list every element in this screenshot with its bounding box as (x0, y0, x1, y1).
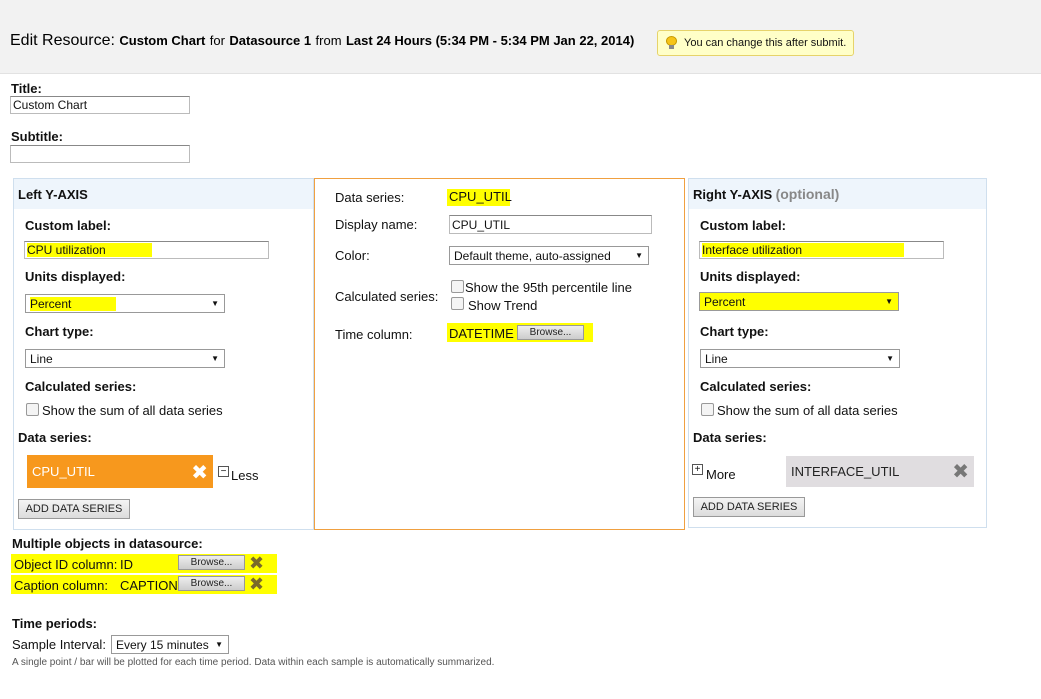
clear-caption-icon[interactable]: ✖ (249, 575, 264, 593)
left-custom-label-label: Custom label: (25, 218, 111, 233)
title-input[interactable] (10, 96, 190, 114)
time-column-value: DATETIME (449, 326, 514, 341)
left-add-series-button[interactable]: ADD DATA SERIES (18, 499, 130, 519)
caption-value: CAPTION (120, 578, 178, 593)
left-calc-label: Calculated series: (25, 379, 137, 394)
left-axis-heading: Left Y-AXIS (18, 187, 88, 202)
dropdown-arrow-icon: ▼ (886, 354, 894, 363)
left-chart-type-label: Chart type: (25, 324, 94, 339)
right-units-label: Units displayed: (700, 269, 801, 284)
trend-label: Show Trend (468, 298, 538, 313)
color-select[interactable]: Default theme, auto-assigned ▼ (449, 246, 649, 265)
time-periods-heading: Time periods: (12, 616, 98, 631)
detail-calc-label: Calculated series: (335, 289, 439, 304)
object-id-label: Object ID column: (14, 557, 118, 572)
right-sum-checkbox[interactable] (701, 403, 714, 416)
right-calc-label: Calculated series: (700, 379, 812, 394)
left-sum-checkbox[interactable] (26, 403, 39, 416)
display-name-label: Display name: (335, 217, 418, 232)
left-sum-label: Show the sum of all data series (42, 403, 223, 418)
caption-browse-button[interactable]: Browse... (178, 576, 245, 591)
sample-interval-label: Sample Interval: (12, 637, 106, 652)
dropdown-arrow-icon: ▼ (215, 640, 223, 649)
caption-label: Caption column: (14, 578, 108, 593)
time-column-label: Time column: (335, 327, 413, 342)
datasource-name: Datasource 1 (229, 33, 312, 48)
right-custom-label-label: Custom label: (700, 218, 786, 233)
right-axis-heading: Right Y-AXIS (optional) (693, 186, 840, 202)
dropdown-arrow-icon: ▼ (211, 354, 219, 363)
page-title: Edit Resource: Custom Chart for Datasour… (10, 32, 635, 49)
multi-objects-heading: Multiple objects in datasource: (12, 536, 203, 551)
dropdown-arrow-icon: ▼ (211, 299, 219, 308)
remove-series-icon[interactable]: ✖ (191, 460, 208, 485)
time-column-browse-button[interactable]: Browse... (517, 325, 584, 340)
more-toggle[interactable]: More (706, 467, 736, 482)
series-item-interface-util[interactable]: INTERFACE_UTIL ✖ (786, 456, 974, 487)
display-name-input[interactable] (449, 215, 652, 234)
object-id-browse-button[interactable]: Browse... (178, 555, 245, 570)
right-units-select[interactable]: Percent ▼ (699, 292, 899, 311)
clear-object-id-icon[interactable]: ✖ (249, 554, 264, 572)
dropdown-arrow-icon: ▼ (885, 297, 893, 306)
detail-series-value: CPU_UTIL (447, 189, 512, 206)
left-chart-type-select[interactable]: Line ▼ (25, 349, 225, 368)
object-id-value: ID (120, 557, 133, 572)
expand-icon[interactable]: + (692, 464, 703, 475)
right-sum-label: Show the sum of all data series (717, 403, 898, 418)
left-units-label: Units displayed: (25, 269, 126, 284)
sample-interval-select[interactable]: Every 15 minutes ▼ (111, 635, 229, 654)
trend-checkbox[interactable] (451, 297, 464, 310)
detail-series-label: Data series: (335, 190, 405, 205)
collapse-icon[interactable]: − (218, 466, 229, 477)
time-periods-note: A single point / bar will be plotted for… (12, 657, 495, 668)
subtitle-input[interactable] (10, 145, 190, 163)
series-item-cpu-util[interactable]: CPU_UTIL ✖ (27, 455, 213, 488)
right-data-series-label: Data series: (693, 430, 767, 445)
remove-series-icon[interactable]: ✖ (952, 459, 969, 484)
p95-label: Show the 95th percentile line (465, 280, 632, 295)
subtitle-label: Subtitle: (11, 129, 63, 144)
less-toggle[interactable]: Less (231, 468, 258, 483)
color-label: Color: (335, 248, 370, 263)
title-label: Title: (11, 81, 42, 96)
right-chart-type-label: Chart type: (700, 324, 769, 339)
left-data-series-label: Data series: (18, 430, 92, 445)
resource-name: Custom Chart (119, 33, 206, 48)
right-custom-label-input[interactable]: Interface utilization (699, 241, 944, 259)
left-units-select[interactable]: Percent ▼ (25, 294, 225, 313)
right-chart-type-select[interactable]: Line ▼ (700, 349, 900, 368)
p95-checkbox[interactable] (451, 280, 464, 293)
lightbulb-icon (666, 36, 677, 49)
left-custom-label-input[interactable]: CPU utilization (24, 241, 269, 259)
dropdown-arrow-icon: ▼ (635, 251, 643, 260)
hint-box: You can change this after submit. (657, 30, 854, 56)
time-range: Last 24 Hours (5:34 PM - 5:34 PM Jan 22,… (345, 33, 635, 48)
right-add-series-button[interactable]: ADD DATA SERIES (693, 497, 805, 517)
